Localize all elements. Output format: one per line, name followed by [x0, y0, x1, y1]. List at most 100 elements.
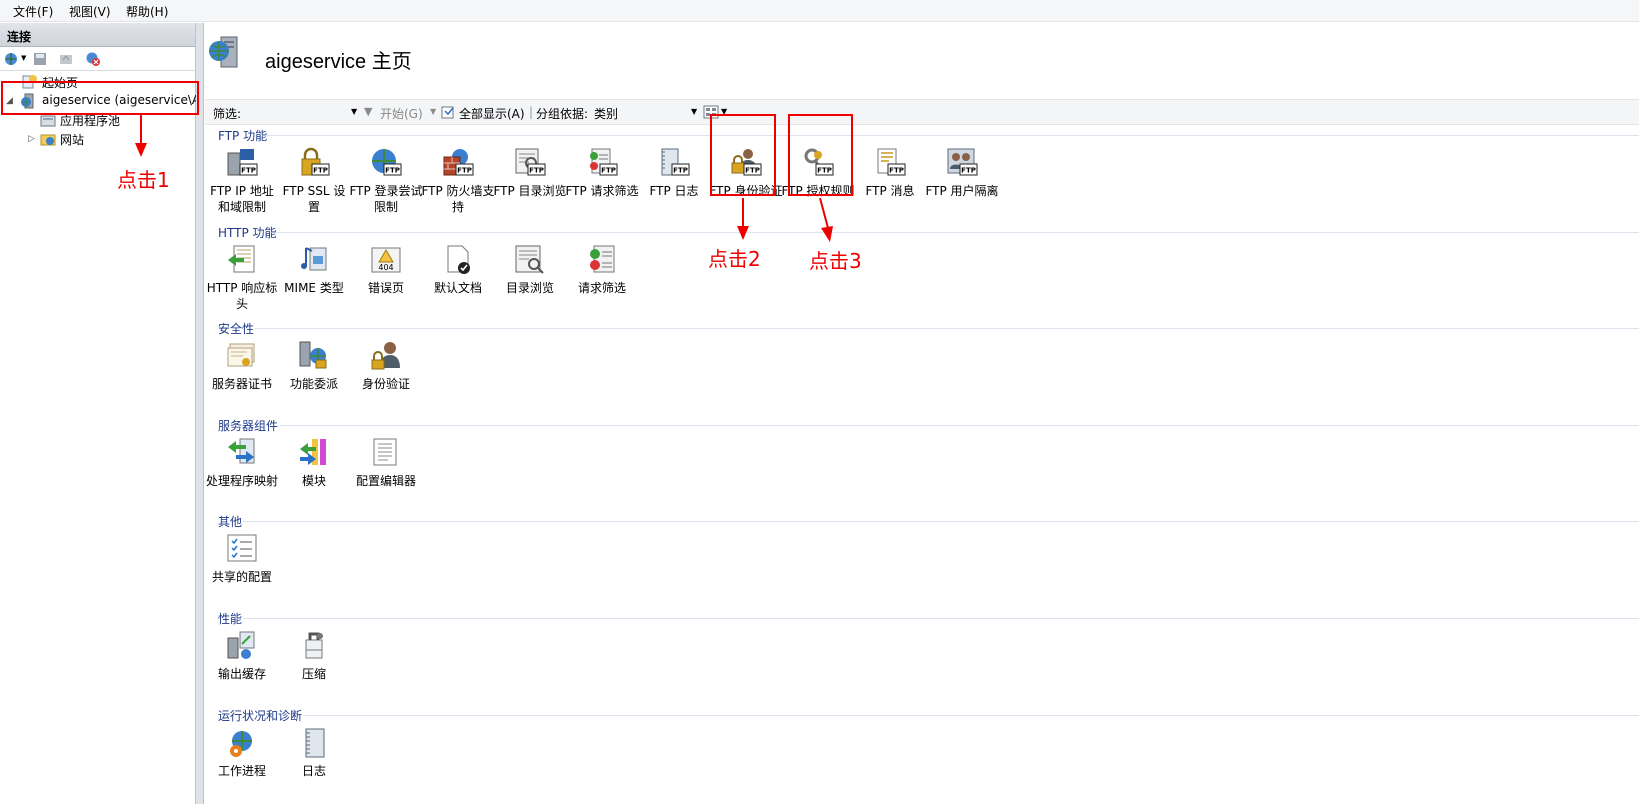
menu-view[interactable]: 视图(V)	[69, 3, 111, 20]
connections-toolbar: ▼	[0, 47, 195, 71]
error-page-icon: 404	[371, 247, 401, 273]
group-divider	[243, 521, 1639, 522]
connections-header: 连接	[0, 23, 195, 47]
feature-worker-processes[interactable]: 工作进程	[205, 727, 279, 799]
http-headers-icon	[228, 245, 255, 273]
svg-text:FTP: FTP	[529, 167, 544, 175]
ftp-log-icon: FTP	[661, 148, 690, 176]
feature-server-certificates[interactable]: 服务器证书	[205, 340, 279, 412]
funnel-icon: ▼	[364, 105, 373, 118]
svg-text:FTP: FTP	[961, 167, 976, 175]
certificate-icon	[227, 343, 255, 367]
filter-input[interactable]	[245, 103, 361, 121]
highlight-box-server	[1, 81, 199, 115]
up-icon[interactable]	[58, 51, 74, 67]
save-icon[interactable]	[32, 51, 48, 67]
feature-logging[interactable]: 日志	[277, 727, 351, 799]
feature-ftp-user-isolation[interactable]: FTP FTP 用户隔离	[925, 147, 999, 219]
group-divider	[279, 425, 1639, 426]
ftp-firewall-icon: FTP	[443, 149, 474, 176]
feature-ftp-firewall[interactable]: FTP FTP 防火墙支持	[421, 147, 495, 219]
feature-delegation[interactable]: 功能委派	[277, 340, 351, 412]
tree-item-sites[interactable]: ▷ 网站	[26, 129, 186, 148]
feature-ftp-messages[interactable]: FTP FTP 消息	[853, 147, 927, 219]
separator: |	[529, 105, 534, 119]
pane-splitter[interactable]	[196, 23, 204, 804]
svg-text:FTP: FTP	[313, 167, 328, 175]
expand-icon[interactable]: ▷	[28, 134, 35, 144]
output-cache-icon	[227, 631, 255, 659]
feature-mime-types[interactable]: MIME 类型	[277, 244, 351, 316]
group-divider	[243, 618, 1639, 619]
feature-request-filtering[interactable]: 请求筛选	[565, 244, 639, 316]
group-header-ftp: FTP 功能	[218, 129, 268, 143]
feature-error-pages[interactable]: 404 错误页	[349, 244, 423, 316]
highlight-box-ftp-auth	[710, 114, 776, 196]
modules-icon	[300, 439, 326, 465]
feature-authentication[interactable]: 身份验证	[349, 340, 423, 412]
compression-icon	[305, 632, 323, 659]
group-header-performance: 性能	[218, 612, 243, 626]
group-header-security: 安全性	[218, 322, 255, 336]
feature-ftp-ssl[interactable]: FTP FTP SSL 设置	[277, 147, 351, 219]
log-icon	[305, 728, 325, 758]
ftp-logon-icon: FTP	[372, 149, 402, 176]
group-divider	[265, 135, 1639, 136]
annotation-label-1: 点击1	[117, 168, 170, 192]
handler-icon	[228, 438, 255, 464]
directory-icon	[515, 245, 544, 274]
connect-globe-icon[interactable]	[4, 51, 20, 67]
main-pane: aigeservice 主页 筛选: ▼ ▼ 开始(G) ▼ 全部显示(A) |…	[205, 23, 1639, 804]
group-header-other: 其他	[218, 515, 243, 529]
disconnect-icon[interactable]	[85, 51, 101, 67]
feature-configuration-editor[interactable]: 配置编辑器	[349, 437, 423, 509]
filter-bar: 筛选: ▼ ▼ 开始(G) ▼ 全部显示(A) | 分组依据: 类别 ▼ ▼	[205, 99, 1639, 125]
connections-pane: 连接 ▼ 起始页 ◢ aigeservice (aigeservice\A 应用…	[0, 23, 200, 804]
arrow-down-icon	[737, 198, 749, 240]
chevron-down-icon[interactable]: ▼	[21, 54, 26, 62]
feature-modules[interactable]: 模块	[277, 437, 351, 509]
svg-text:FTP: FTP	[673, 167, 688, 175]
worker-process-icon	[230, 731, 252, 757]
group-by-select[interactable]: 类别	[594, 105, 618, 122]
feature-ftp-logging[interactable]: FTP FTP 日志	[637, 147, 711, 219]
group-divider	[275, 232, 1639, 233]
feature-handler-mappings[interactable]: 处理程序映射	[205, 437, 279, 509]
annotation-label-2: 点击2	[708, 247, 761, 271]
group-header-server-components: 服务器组件	[218, 419, 279, 433]
feature-directory-browsing[interactable]: 目录浏览	[493, 244, 567, 316]
filter-label: 筛选:	[213, 107, 242, 121]
feature-default-document[interactable]: 默认文档	[421, 244, 495, 316]
ftp-request-filter-icon: FTP	[590, 148, 618, 176]
chevron-down-icon[interactable]: ▼	[430, 107, 436, 116]
feature-ftp-logon-limit[interactable]: FTP FTP 登录尝试限制	[349, 147, 423, 219]
feature-compression[interactable]: 压缩	[277, 630, 351, 702]
svg-text:FTP: FTP	[889, 167, 904, 175]
feature-shared-configuration[interactable]: 共享的配置	[205, 533, 279, 605]
feature-ftp-request-filtering[interactable]: FTP FTP 请求筛选	[565, 147, 639, 219]
auth-icon	[371, 342, 400, 370]
feature-ftp-directory-browsing[interactable]: FTP FTP 目录浏览	[493, 147, 567, 219]
menu-help[interactable]: 帮助(H)	[126, 3, 168, 20]
ftp-ssl-icon: FTP	[301, 147, 330, 176]
menu-bar: 文件(F) 视图(V) 帮助(H)	[0, 0, 1639, 22]
sites-folder-icon	[40, 134, 56, 146]
group-header-health-diagnostics: 运行状况和诊断	[218, 709, 303, 723]
feature-output-caching[interactable]: 输出缓存	[205, 630, 279, 702]
group-header-http: HTTP 功能	[218, 226, 277, 240]
start-button[interactable]: 开始(G)	[380, 105, 423, 122]
group-divider	[303, 715, 1639, 716]
svg-text:404: 404	[378, 263, 393, 272]
highlight-box-ftp-authz	[788, 114, 853, 196]
feature-ftp-ip[interactable]: FTP FTP IP 地址和域限制	[205, 147, 279, 219]
request-filter-icon	[590, 245, 615, 273]
group-divider	[255, 328, 1639, 329]
show-all-button[interactable]: 全部显示(A)	[459, 105, 525, 122]
feature-http-response-headers[interactable]: HTTP 响应标头	[205, 244, 279, 316]
arrow-down-icon	[135, 115, 147, 157]
chevron-down-icon[interactable]: ▼	[691, 107, 697, 116]
menu-file[interactable]: 文件(F)	[13, 3, 53, 20]
chevron-down-icon[interactable]: ▼	[351, 107, 357, 116]
annotation-label-3: 点击3	[809, 249, 862, 273]
delegation-icon	[299, 341, 327, 369]
